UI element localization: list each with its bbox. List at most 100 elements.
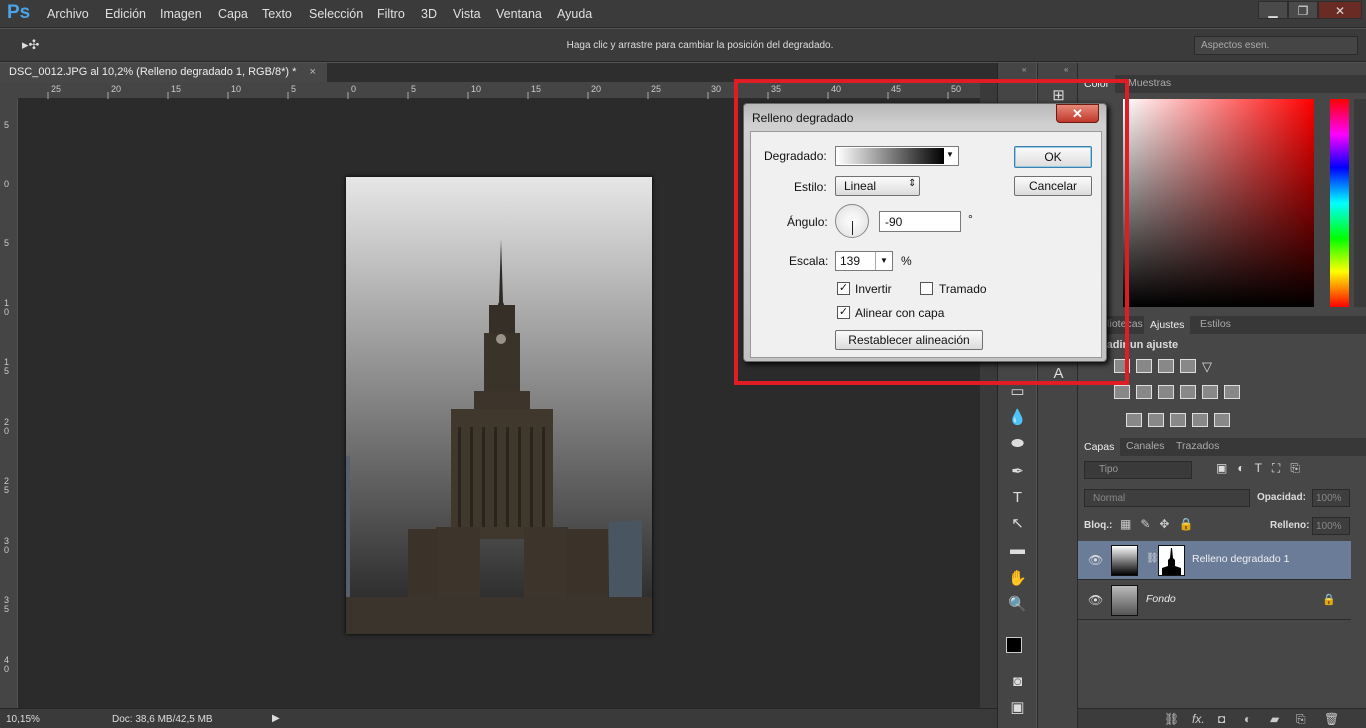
trash-icon[interactable]: 🗑: [1324, 712, 1339, 726]
tab-muestras[interactable]: Muestras: [1128, 77, 1171, 89]
quick-mask-icon[interactable]: ◙: [1005, 671, 1030, 693]
layer-name[interactable]: Fondo: [1146, 593, 1176, 605]
hue-saturation-icon[interactable]: [1114, 385, 1130, 399]
visibility-eye-icon[interactable]: 👁: [1088, 593, 1103, 607]
menu-texto[interactable]: Texto: [262, 7, 292, 21]
blur-tool-icon[interactable]: 💧: [1005, 407, 1030, 429]
hand-tool-icon[interactable]: ✋: [1005, 568, 1030, 590]
ruler-tick: 25: [51, 84, 62, 94]
foreground-color-swatch[interactable]: [1006, 637, 1022, 653]
opacity-input[interactable]: 100%: [1312, 489, 1350, 507]
fill-input[interactable]: 100%: [1312, 517, 1350, 535]
menu-capa[interactable]: Capa: [218, 7, 248, 21]
channel-mixer-icon[interactable]: [1202, 385, 1218, 399]
fx-icon[interactable]: fx.: [1192, 712, 1205, 726]
ruler-tick: 15: [171, 84, 182, 94]
levels-icon[interactable]: [1136, 359, 1152, 373]
menu-imagen[interactable]: Imagen: [160, 7, 202, 21]
ruler-tick: 10: [231, 84, 242, 94]
fill-label: Relleno:: [1270, 520, 1310, 531]
tab-estilos[interactable]: Estilos: [1200, 318, 1231, 330]
ruler-tick: 20: [111, 84, 122, 94]
ruler-tick: 5: [291, 84, 297, 94]
document-image[interactable]: [346, 177, 652, 634]
document-tab[interactable]: DSC_0012.JPG al 10,2% (Relleno degradado…: [0, 63, 327, 82]
layers-panel-tabs: Capas Canales Trazados: [1078, 438, 1366, 456]
opacity-label: Opacidad:: [1257, 492, 1306, 503]
tab-ajustes[interactable]: Ajustes: [1144, 316, 1191, 334]
photo-filter-icon[interactable]: [1180, 385, 1196, 399]
ruler-left: 5 0 5 1 0 1 5 2 0 2 5 3 0 3 5 4 0: [0, 99, 17, 708]
blend-mode-select[interactable]: Normal: [1084, 489, 1250, 507]
type-tool-icon[interactable]: T: [1005, 487, 1030, 509]
zoom-tool-icon[interactable]: 🔍: [1005, 594, 1030, 616]
link-icon[interactable]: ⛓: [1146, 553, 1159, 564]
menu-bar: Ps Archivo Edición Imagen Capa Texto Sel…: [0, 0, 1366, 28]
menu-ayuda[interactable]: Ayuda: [557, 7, 592, 21]
lock-icons[interactable]: ▦✎✥🔒: [1120, 517, 1202, 531]
tab-capas[interactable]: Capas: [1078, 438, 1121, 456]
link-layers-icon[interactable]: ⛓: [1164, 712, 1179, 726]
layer-row[interactable]: 👁 Fondo 🔒: [1078, 581, 1351, 620]
add-mask-icon[interactable]: ◘: [1218, 712, 1225, 726]
layer-name[interactable]: Relleno degradado 1: [1192, 553, 1290, 565]
rectangle-tool-icon[interactable]: ▬: [1005, 539, 1030, 561]
layer-row[interactable]: 👁 ⛓ Relleno degradado 1: [1078, 541, 1351, 580]
invert-icon[interactable]: [1126, 413, 1142, 427]
menu-edicion[interactable]: Edición: [105, 7, 146, 21]
ruler-tick: 15: [531, 84, 542, 94]
menu-seleccion[interactable]: Selección: [309, 7, 363, 21]
path-selection-tool-icon[interactable]: ↖: [1005, 513, 1030, 535]
close-window-button[interactable]: ✕: [1318, 1, 1362, 19]
tab-trazados[interactable]: Trazados: [1176, 440, 1219, 452]
adjustment-layer-icon[interactable]: ◐: [1244, 712, 1251, 726]
threshold-icon[interactable]: [1170, 413, 1186, 427]
menu-3d[interactable]: 3D: [421, 7, 437, 21]
group-folder-icon[interactable]: ▰: [1270, 712, 1279, 726]
ruler-tick: 5: [411, 84, 417, 94]
selective-color-icon[interactable]: [1192, 413, 1208, 427]
layer-filter-icons[interactable]: ▣◐T⛶⎘: [1216, 461, 1310, 476]
exposure-icon[interactable]: [1180, 359, 1196, 373]
menu-ventana[interactable]: Ventana: [496, 7, 542, 21]
hue-slider[interactable]: [1330, 99, 1349, 307]
ruler-tick: 1 0: [4, 298, 10, 317]
gradient-fill-thumbnail[interactable]: [1111, 545, 1138, 576]
color-balance-icon[interactable]: [1136, 385, 1152, 399]
color-panel-scrollbar[interactable]: [1354, 99, 1366, 307]
ruler-tick: 0: [351, 84, 357, 94]
minimize-button[interactable]: ▁: [1258, 1, 1288, 19]
options-bar: ▸✣ Haga clic y arrastre para cambiar la …: [0, 29, 1366, 62]
status-arrow-icon[interactable]: ▶: [272, 713, 280, 724]
menu-archivo[interactable]: Archivo: [47, 7, 89, 21]
dodge-tool-icon[interactable]: ⬬: [1005, 433, 1030, 455]
black-white-icon[interactable]: [1158, 385, 1174, 399]
gradient-map-icon[interactable]: [1214, 413, 1230, 427]
layer-filter-select[interactable]: Tipo: [1084, 461, 1192, 479]
ruler-tick: 0: [4, 179, 10, 189]
layer-mask-thumbnail[interactable]: [1158, 545, 1185, 576]
curves-icon[interactable]: [1158, 359, 1174, 373]
posterize-icon[interactable]: [1148, 413, 1164, 427]
collapse-panels-icon[interactable]: «: [1064, 65, 1068, 74]
color-picker-field[interactable]: [1123, 99, 1314, 307]
zoom-level[interactable]: 10,15%: [6, 714, 40, 725]
ruler-tick: 3 0: [4, 536, 10, 555]
vibrance-icon[interactable]: ▽: [1202, 359, 1212, 375]
pen-tool-icon[interactable]: ✒: [1005, 461, 1030, 483]
workspace-select[interactable]: Aspectos esen.: [1194, 36, 1358, 55]
menu-vista[interactable]: Vista: [453, 7, 481, 21]
restore-button[interactable]: ❐: [1288, 1, 1318, 19]
tab-canales[interactable]: Canales: [1126, 440, 1165, 452]
color-lookup-icon[interactable]: [1224, 385, 1240, 399]
ruler-tick: 4 0: [4, 655, 10, 674]
collapse-tools-icon[interactable]: «: [1022, 65, 1026, 74]
visibility-eye-icon[interactable]: 👁: [1088, 553, 1103, 567]
screen-mode-icon[interactable]: ▣: [1005, 697, 1030, 719]
ruler-tick: 20: [591, 84, 602, 94]
ruler-tick: 5: [4, 120, 10, 130]
photo-thumbnail[interactable]: [1111, 585, 1138, 616]
new-layer-icon[interactable]: ⎘: [1296, 712, 1306, 727]
close-tab-icon[interactable]: ×: [309, 66, 315, 78]
menu-filtro[interactable]: Filtro: [377, 7, 405, 21]
